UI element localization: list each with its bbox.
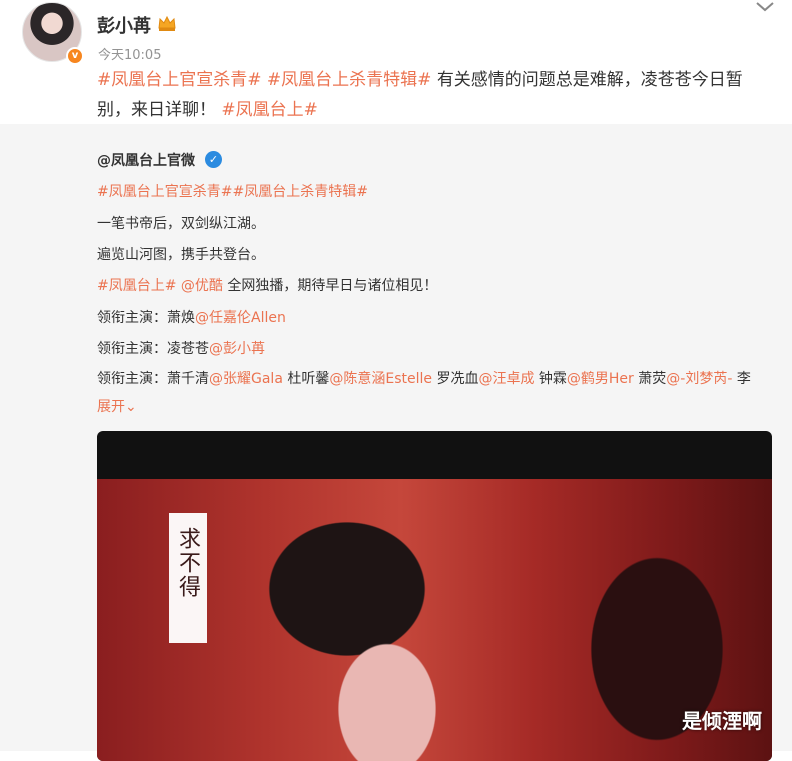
retweet-text: 领衔主演：萧焕 [97,310,195,326]
retweet-text: 全网独播，期待早日与诸位相见！ [222,278,438,294]
avatar-badge-icon: v [66,47,84,65]
retweet-line: 遍览山河图，携手共登台。 [97,247,265,263]
retweet-line: 领衔主演：凌苍苍@彭小苒 [97,338,265,358]
mention-link[interactable]: @彭小苒 [209,341,265,357]
chevron-down-icon[interactable] [754,0,776,14]
mention-link[interactable]: @优酷 [176,278,223,294]
retweet-line: 领衔主演：萧焕@任嘉伦Allen [97,307,286,327]
mention-link[interactable]: @汪卓成 [478,371,534,387]
mention-link[interactable]: @陈意涵Estelle [329,371,432,387]
expand-button[interactable]: 展开⌄ [97,399,137,415]
topic-link[interactable]: #凤凰台上官宣杀青##凤凰台上杀青特辑# [97,184,368,200]
chevron-down-icon: ⌄ [125,399,137,415]
mention-link[interactable]: @鹤男Her [567,371,634,387]
retweet-text: 领衔主演：凌苍苍 [97,341,209,357]
retweet-box[interactable]: @凤凰台上官微 ✓ #凤凰台上官宣杀青##凤凰台上杀青特辑# 一笔书帝后，双剑纵… [0,124,792,761]
mention-link[interactable]: @任嘉伦Allen [195,310,286,326]
retweet-text: 钟霖 [534,371,567,387]
retweet-line: 一笔书帝后，双剑纵江湖。 [97,216,265,232]
retweet-text: 杜听馨 [282,371,330,387]
verified-icon: ✓ [205,151,222,168]
retweet-text: 罗冼血 [432,371,479,387]
video-player[interactable]: 求不得 [97,431,772,761]
retweet-line: #凤凰台上# @优酷 全网独播，期待早日与诸位相见！ [97,275,437,295]
timestamp[interactable]: 今天10:05 [98,44,161,63]
retweet-text: 李 [732,371,751,387]
retweet-text: 领衔主演：萧千清 [97,371,209,387]
post-text: #凤凰台上官宣杀青# #凤凰台上杀青特辑# 有关感情的问题总是难解，凌苍苍今日暂… [97,65,767,125]
mention-link[interactable]: @张耀Gala [209,371,283,387]
retweet-line: 领衔主演：萧千清@张耀Gala 杜听馨@陈意涵Estelle 罗冼血@汪卓成 钟… [97,365,757,421]
retweet-text: 萧荧 [633,371,667,387]
crown-icon[interactable] [157,14,177,32]
watermark: 是倾湮啊 [682,709,762,733]
topic-link[interactable]: #凤凰台上杀青特辑# [267,70,432,90]
retweet-topics[interactable]: #凤凰台上官宣杀青##凤凰台上杀青特辑# [97,181,368,201]
topic-link[interactable]: #凤凰台上# [221,100,318,120]
mention-link[interactable]: @-刘梦芮- [666,371,732,387]
video-caption: 求不得 [175,527,200,599]
expand-label: 展开 [97,399,125,415]
post-header: v 彭小苒 今天10:05 [0,0,792,70]
topic-link[interactable]: #凤凰台上# [97,278,176,294]
topic-link[interactable]: #凤凰台上官宣杀青# [97,70,262,90]
username[interactable]: 彭小苒 [97,12,151,38]
retweet-author[interactable]: @凤凰台上官微 [97,150,195,170]
